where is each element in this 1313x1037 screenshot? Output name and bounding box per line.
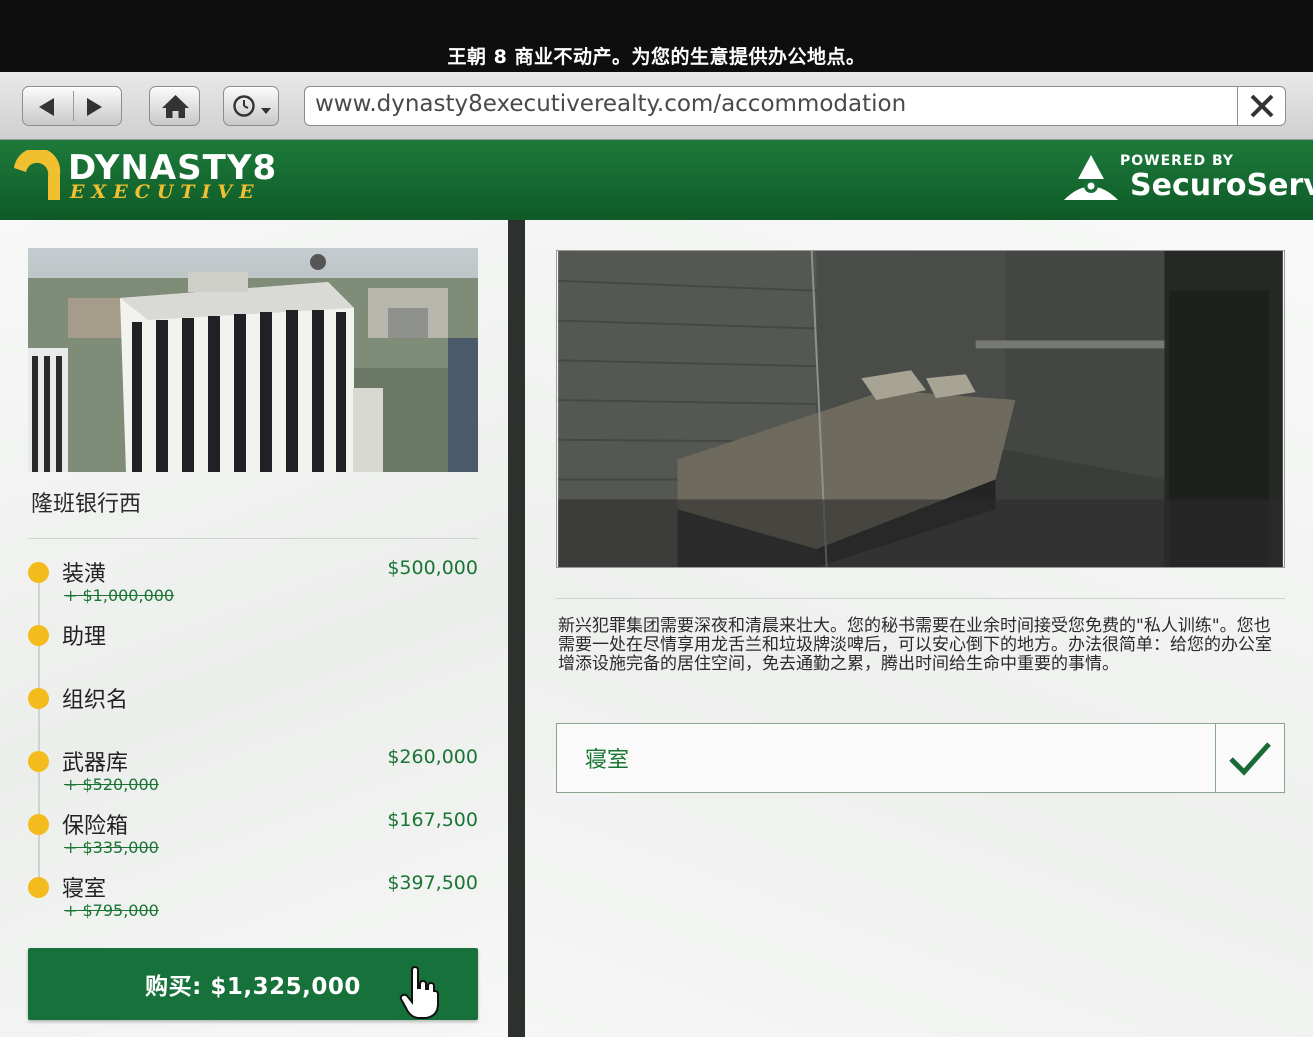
history-clock-icon [233, 95, 271, 117]
bedroom-option[interactable]: 寝室 [556, 723, 1285, 793]
feature-description: 新兴犯罪集团需要深夜和清晨来壮大。您的秘书需要在业余时间接受您免费的"私人训练"… [558, 616, 1272, 674]
url-text[interactable]: www.dynasty8executiverealty.com/accommod… [315, 91, 906, 117]
nav-divider [73, 91, 74, 121]
divider [28, 538, 478, 539]
item-label: 寝室 [62, 877, 107, 902]
banner-text: 王朝 8 商业不动产。为您的生意提供办公地点。 [447, 46, 866, 68]
home-button[interactable] [149, 86, 200, 126]
item-price: $500,000 [387, 557, 478, 579]
item-old-price: + $335,000 [64, 838, 159, 857]
option-check-button[interactable] [1215, 724, 1284, 792]
history-button[interactable] [223, 86, 279, 126]
securoserv-name: SecuroServ [1130, 168, 1313, 203]
item-label: 组织名 [62, 688, 129, 713]
item-old-price: + $520,000 [64, 775, 159, 794]
item-price: $397,500 [387, 872, 478, 894]
item-label: 武器库 [62, 751, 129, 776]
bedroom-image [556, 250, 1285, 568]
hand-cursor-icon [399, 966, 439, 1019]
panel-separator [508, 220, 525, 1037]
status-dot [28, 877, 49, 898]
item-old-price: + $1,000,000 [64, 586, 175, 605]
item-list-line [38, 572, 40, 888]
item-old-price: + $795,000 [64, 901, 159, 920]
property-location-name: 隆班银行西 [31, 492, 142, 517]
powered-by-text: POWERED BY [1120, 153, 1235, 169]
close-button[interactable] [1237, 87, 1285, 125]
back-forward-buttons [22, 86, 122, 126]
divider [556, 598, 1285, 599]
status-dot [28, 814, 49, 835]
item-label: 装潢 [62, 562, 107, 587]
address-bar[interactable]: www.dynasty8executiverealty.com/accommod… [304, 86, 1286, 126]
close-icon [1250, 94, 1274, 118]
forward-arrow-icon[interactable] [87, 98, 102, 116]
checkmark-icon [1229, 742, 1271, 776]
item-price: $260,000 [387, 746, 478, 768]
back-arrow-icon[interactable] [39, 98, 54, 116]
status-dot [28, 625, 49, 646]
item-price: $167,500 [387, 809, 478, 831]
item-label: 保险箱 [62, 814, 129, 839]
brand-subtitle: EXECUTIVE [70, 181, 261, 203]
item-label: 助理 [62, 625, 107, 650]
status-dot [28, 562, 49, 583]
status-dot [28, 751, 49, 772]
option-label: 寝室 [585, 748, 630, 773]
status-dot [28, 688, 49, 709]
securoserv-logo-icon [1064, 155, 1118, 200]
dynasty8-logo-icon [14, 150, 61, 200]
home-icon [162, 95, 189, 118]
office-building-image [28, 248, 478, 472]
chevron-down-icon [261, 108, 271, 114]
